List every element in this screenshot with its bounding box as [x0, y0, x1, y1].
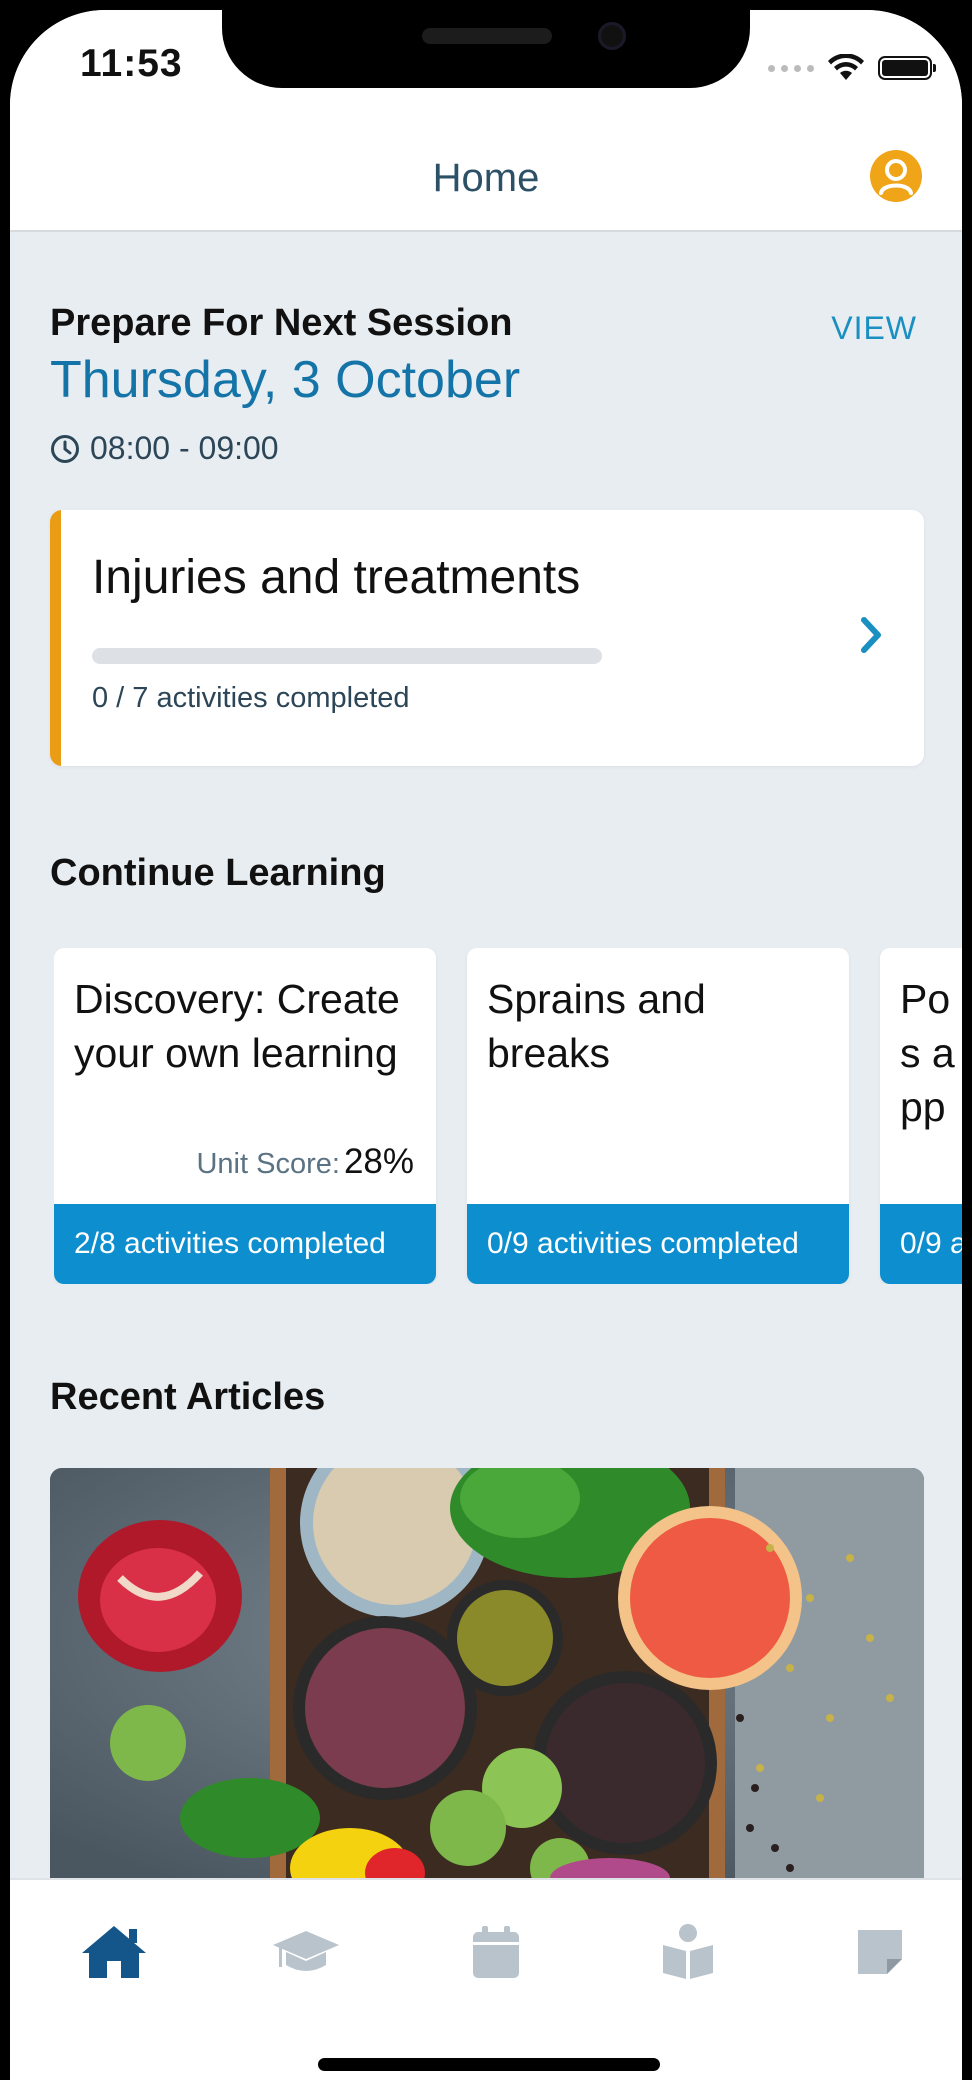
learning-card-footer: 2/8 activities completed — [54, 1204, 436, 1284]
home-icon — [82, 1926, 146, 1978]
unit-score: Unit Score: 28% — [196, 1142, 414, 1182]
tab-calendar[interactable] — [456, 1920, 536, 1984]
tab-library[interactable] — [648, 1920, 728, 1984]
tab-notes[interactable] — [840, 1920, 920, 1984]
screen: 11:53 Home Prepare For Next Session VIEW… — [10, 10, 962, 2080]
continue-learning-heading: Continue Learning — [50, 852, 386, 894]
next-session-heading: Prepare For Next Session — [50, 302, 513, 344]
session-date: Thursday, 3 October — [50, 351, 521, 409]
recent-articles-heading: Recent Articles — [50, 1376, 326, 1418]
clock-icon — [51, 434, 79, 463]
session-time: 08:00 - 09:00 — [50, 430, 279, 467]
home-indicator[interactable] — [318, 2058, 660, 2071]
learning-card-footer: 0/9 activities completed — [467, 1204, 849, 1284]
device-frame: 11:53 Home Prepare For Next Session VIEW… — [0, 0, 972, 2080]
bottom-tab-bar — [10, 1878, 962, 2080]
learning-card[interactable]: Pos app 0/9 a — [880, 948, 962, 1284]
page-title: Home — [432, 156, 540, 200]
tab-learning[interactable] — [266, 1920, 346, 1984]
session-time-range: 08:00 - 09:00 — [90, 430, 279, 466]
app-header: Home — [10, 90, 962, 232]
status-icons — [768, 54, 936, 82]
learning-card[interactable]: Sprains and breaks 0/9 activities comple… — [467, 948, 849, 1284]
battery-icon — [878, 56, 936, 80]
status-bar: 11:53 — [10, 10, 962, 90]
article-card[interactable] — [50, 1468, 924, 1880]
learning-card-title: Sprains and breaks — [487, 976, 706, 1076]
session-topic-card[interactable]: Injuries and treatments 0 / 7 activities… — [50, 510, 924, 766]
calendar-icon — [473, 1926, 519, 1978]
session-topic-title: Injuries and treatments — [92, 551, 581, 604]
signal-icon — [768, 64, 814, 72]
card-accent-bar — [50, 510, 61, 766]
session-progress-bar — [92, 648, 602, 664]
front-camera — [598, 22, 626, 50]
tab-home[interactable] — [74, 1920, 154, 1984]
article-image — [50, 1468, 924, 1880]
learning-card[interactable]: Discovery: Create your own learning Unit… — [54, 948, 436, 1284]
learning-card-title: Discovery: Create your own learning — [74, 976, 400, 1076]
wifi-icon — [828, 54, 864, 80]
chevron-right-icon — [861, 617, 881, 653]
learning-carousel[interactable]: Discovery: Create your own learning Unit… — [54, 948, 962, 1284]
graduation-cap-icon — [273, 1931, 339, 1971]
learning-card-title: Pos app — [900, 976, 955, 1130]
view-session-link[interactable]: VIEW — [831, 310, 917, 347]
profile-icon[interactable] — [868, 148, 924, 204]
unit-score-value: 28% — [343, 1142, 414, 1181]
sticky-note-icon — [858, 1930, 902, 1974]
book-reader-icon — [663, 1924, 713, 1979]
status-time: 11:53 — [80, 42, 183, 85]
notch — [222, 10, 750, 88]
speaker — [422, 28, 552, 44]
unit-score-label: Unit Score: — [196, 1148, 340, 1180]
learning-card-footer: 0/9 a — [880, 1204, 962, 1284]
session-progress-text: 0 / 7 activities completed — [92, 682, 410, 714]
